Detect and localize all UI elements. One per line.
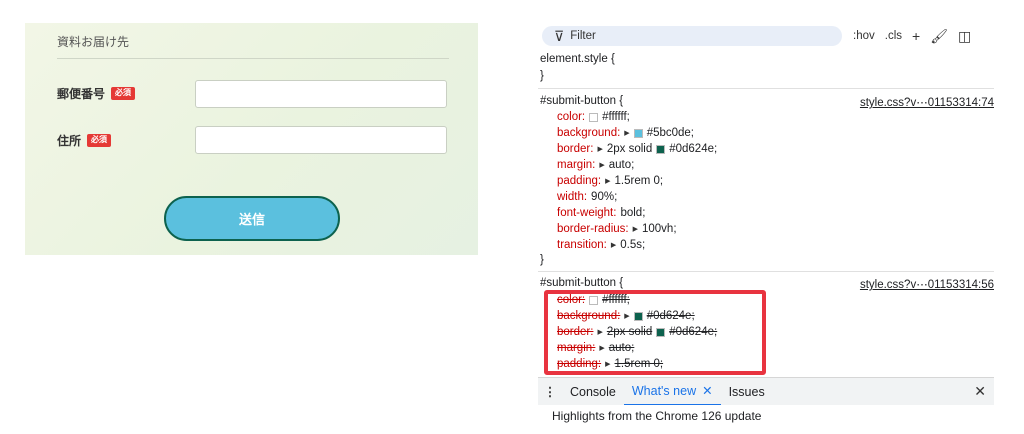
prop-name: background: — [557, 127, 621, 139]
hov-toggle[interactable]: :hov — [853, 30, 875, 42]
rule-source-link[interactable]: style.css?v⋯01153314:56 — [860, 277, 994, 291]
address-label: 住所 必須 — [57, 132, 112, 149]
prop-value: #ffffff; — [602, 111, 630, 123]
color-swatch[interactable] — [589, 112, 599, 122]
paint-roller-icon[interactable]: 🖌 — [930, 29, 948, 43]
prop-value: 0.5s; — [620, 239, 646, 251]
sidebar-toggle-icon[interactable]: ◫ — [958, 29, 971, 43]
prop-name: padding: — [557, 175, 602, 187]
required-badge: 必須 — [111, 87, 136, 100]
css-prop-transition[interactable]: transition: ▶ 0.5s; — [557, 239, 645, 251]
css-prop-border[interactable]: border: ▶ 2px solid #0d624e; — [557, 143, 717, 155]
rule-divider — [538, 271, 994, 272]
prop-value: #0d624e; — [669, 143, 718, 155]
expand-triangle-icon[interactable]: ▶ — [605, 177, 610, 185]
css-prop-color[interactable]: color: #ffffff; — [557, 111, 630, 123]
required-badge: 必須 — [87, 134, 112, 147]
prop-name: width: — [557, 191, 588, 203]
tab-whats-new-label: What's new — [631, 383, 697, 398]
styles-filter-input[interactable]: ⊽ Filter — [542, 26, 842, 46]
prop-value: 2px solid — [606, 143, 653, 155]
heading-divider — [57, 58, 449, 59]
css-prop-border-radius[interactable]: border-radius: ▶ 100vh; — [557, 223, 677, 235]
prop-name: border: — [557, 143, 594, 155]
color-swatch[interactable] — [633, 128, 643, 138]
address-input[interactable] — [195, 126, 447, 154]
color-swatch[interactable] — [656, 144, 666, 154]
cls-toggle[interactable]: .cls — [885, 30, 902, 42]
css-prop-width[interactable]: width: 90%; — [557, 191, 617, 203]
rule-selector: #submit-button { — [540, 95, 624, 107]
tab-issues[interactable]: Issues — [721, 378, 773, 406]
annotation-highlight-box — [544, 290, 766, 375]
element-style-selector: element.style { — [540, 53, 615, 65]
devtools-drawer-tabbar: ⋮ Console What's new ✕ Issues ✕ — [538, 377, 994, 406]
prop-value: 1.5rem 0; — [614, 175, 664, 187]
filter-icon: ⊽ — [554, 28, 565, 44]
expand-triangle-icon[interactable]: ▶ — [624, 129, 629, 137]
submit-button[interactable]: 送信 — [164, 196, 340, 241]
css-prop-padding[interactable]: padding: ▶ 1.5rem 0; — [557, 175, 663, 187]
prop-value: 90%; — [591, 191, 618, 203]
form-heading: 資料お届け先 — [57, 35, 130, 49]
css-prop-font-weight[interactable]: font-weight: bold; — [557, 207, 645, 219]
tab-whats-new[interactable]: What's new ✕ — [623, 378, 721, 406]
expand-triangle-icon[interactable]: ▶ — [633, 225, 638, 233]
prop-name: margin: — [557, 159, 596, 171]
styles-toolbar: :hov .cls + 🖌 ◫ — [853, 26, 971, 46]
prop-name: font-weight: — [557, 207, 617, 219]
expand-triangle-icon[interactable]: ▶ — [597, 145, 602, 153]
filter-placeholder: Filter — [570, 30, 596, 42]
address-label-text: 住所 — [57, 134, 82, 148]
tab-close-icon[interactable]: ✕ — [702, 383, 712, 398]
postal-code-label: 郵便番号 必須 — [57, 85, 136, 102]
drawer-content: Highlights from the Chrome 126 update — [538, 405, 994, 434]
rule-divider — [538, 88, 994, 89]
expand-triangle-icon[interactable]: ▶ — [599, 161, 604, 169]
prop-name: border-radius: — [557, 223, 629, 235]
prop-value: bold; — [620, 207, 646, 219]
close-brace: } — [540, 70, 544, 82]
drawer-menu-icon[interactable]: ⋮ — [538, 384, 562, 399]
new-style-rule-icon[interactable]: + — [912, 29, 920, 43]
prop-value: auto; — [608, 159, 635, 171]
tab-console[interactable]: Console — [562, 378, 624, 406]
css-prop-background[interactable]: background: ▶ #5bc0de; — [557, 127, 694, 139]
prop-name: color: — [557, 111, 586, 123]
close-drawer-icon[interactable]: ✕ — [974, 383, 986, 400]
prop-value: #5bc0de; — [646, 127, 695, 139]
prop-name: transition: — [557, 239, 607, 251]
expand-triangle-icon[interactable]: ▶ — [611, 241, 616, 249]
whats-new-headline: Highlights from the Chrome 126 update — [552, 409, 762, 423]
prop-value: 100vh; — [641, 223, 677, 235]
rule-source-link[interactable]: style.css?v⋯01153314:74 — [860, 95, 994, 109]
css-prop-margin[interactable]: margin: ▶ auto; — [557, 159, 634, 171]
postal-code-label-text: 郵便番号 — [57, 87, 106, 101]
close-brace: } — [540, 254, 544, 266]
rule-selector: #submit-button { — [540, 277, 624, 289]
form-panel: 資料お届け先 郵便番号 必須 住所 必須 送信 — [25, 23, 478, 255]
devtools-styles-pane: ⊽ Filter :hov .cls + 🖌 ◫ element.style {… — [538, 20, 994, 434]
postal-code-input[interactable] — [195, 80, 447, 108]
